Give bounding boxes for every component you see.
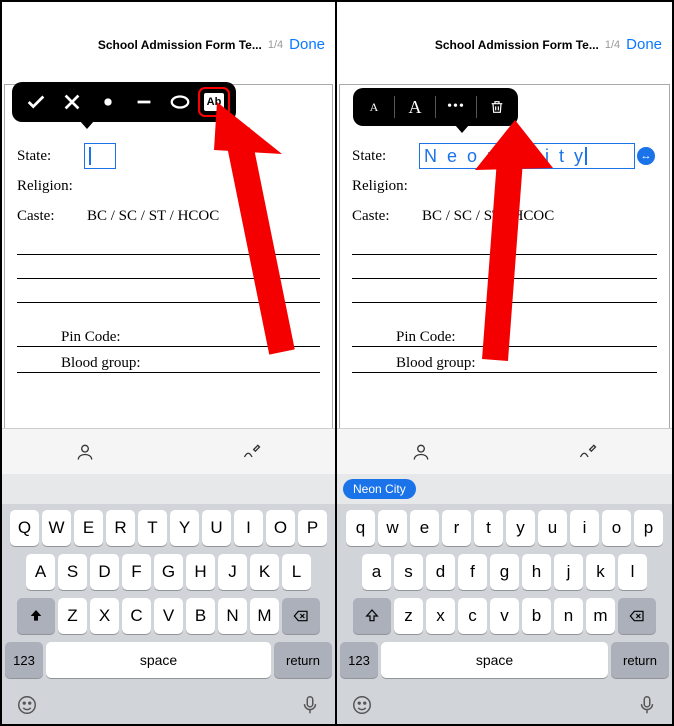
- key-t[interactable]: t: [474, 510, 503, 546]
- religion-label: Religion:: [352, 178, 422, 195]
- key-j[interactable]: J: [218, 554, 247, 590]
- key-d[interactable]: d: [426, 554, 455, 590]
- key-a[interactable]: a: [362, 554, 391, 590]
- key-w[interactable]: w: [378, 510, 407, 546]
- key-q[interactable]: Q: [10, 510, 39, 546]
- handwriting-icon[interactable]: [578, 442, 598, 462]
- key-h[interactable]: H: [186, 554, 215, 590]
- done-button[interactable]: Done: [626, 36, 662, 53]
- key-w[interactable]: W: [42, 510, 71, 546]
- backspace-key[interactable]: [282, 598, 320, 634]
- key-c[interactable]: C: [122, 598, 151, 634]
- key-h[interactable]: h: [522, 554, 551, 590]
- key-k[interactable]: k: [586, 554, 615, 590]
- key-s[interactable]: S: [58, 554, 87, 590]
- state-textbox[interactable]: [84, 143, 116, 169]
- key-y[interactable]: y: [506, 510, 535, 546]
- key-e[interactable]: E: [74, 510, 103, 546]
- key-d[interactable]: D: [90, 554, 119, 590]
- key-j[interactable]: j: [554, 554, 583, 590]
- trash-button[interactable]: [480, 90, 514, 124]
- key-p[interactable]: P: [298, 510, 327, 546]
- key-u[interactable]: U: [202, 510, 231, 546]
- space-key[interactable]: space: [381, 642, 608, 678]
- key-g[interactable]: G: [154, 554, 183, 590]
- move-handle[interactable]: ↔: [637, 147, 655, 165]
- key-u[interactable]: u: [538, 510, 567, 546]
- key-s[interactable]: s: [394, 554, 423, 590]
- numbers-key[interactable]: 123: [5, 642, 43, 678]
- pincode-label: Pin Code:: [61, 329, 121, 346]
- key-y[interactable]: Y: [170, 510, 199, 546]
- doc-title: School Admission Form Te...: [435, 38, 599, 52]
- key-m[interactable]: M: [250, 598, 279, 634]
- font-smaller-button[interactable]: A: [357, 90, 391, 124]
- emoji-icon[interactable]: [16, 694, 38, 716]
- return-key[interactable]: return: [274, 642, 332, 678]
- key-l[interactable]: L: [282, 554, 311, 590]
- keyboard-suggestion-bar: [2, 428, 335, 474]
- x-tool[interactable]: [54, 84, 90, 120]
- checkmark-tool[interactable]: [18, 84, 54, 120]
- person-icon[interactable]: [75, 442, 95, 462]
- key-z[interactable]: Z: [58, 598, 87, 634]
- keyboard: QWERTYUIOP ASDFGHJKL ZXCVBNM 123 space r…: [2, 504, 335, 688]
- key-z[interactable]: z: [394, 598, 423, 634]
- key-r[interactable]: R: [106, 510, 135, 546]
- shift-key[interactable]: [17, 598, 55, 634]
- state-label: State:: [352, 148, 422, 165]
- key-i[interactable]: I: [234, 510, 263, 546]
- person-icon[interactable]: [411, 442, 431, 462]
- key-e[interactable]: e: [410, 510, 439, 546]
- key-n[interactable]: n: [554, 598, 583, 634]
- mic-icon[interactable]: [299, 694, 321, 716]
- page-counter: 1/4: [605, 39, 620, 51]
- state-label: State:: [17, 148, 87, 165]
- key-c[interactable]: c: [458, 598, 487, 634]
- key-t[interactable]: T: [138, 510, 167, 546]
- key-o[interactable]: O: [266, 510, 295, 546]
- religion-label: Religion:: [17, 178, 87, 195]
- key-k[interactable]: K: [250, 554, 279, 590]
- shift-key[interactable]: [353, 598, 391, 634]
- key-x[interactable]: X: [90, 598, 119, 634]
- key-o[interactable]: o: [602, 510, 631, 546]
- caste-label: Caste:: [17, 208, 87, 225]
- suggestion-pill-row: Neon City: [337, 474, 672, 504]
- key-g[interactable]: g: [490, 554, 519, 590]
- key-b[interactable]: B: [186, 598, 215, 634]
- key-q[interactable]: q: [346, 510, 375, 546]
- suggestion-pill[interactable]: Neon City: [343, 479, 416, 499]
- numbers-key[interactable]: 123: [340, 642, 378, 678]
- key-a[interactable]: A: [26, 554, 55, 590]
- backspace-key[interactable]: [618, 598, 656, 634]
- doc-title: School Admission Form Te...: [98, 38, 262, 52]
- keyboard-suggestion-bar: [337, 428, 672, 474]
- keyboard: qwertyuiop asdfghjkl zxcvbnm 123 space r…: [337, 504, 672, 688]
- emoji-icon[interactable]: [351, 694, 373, 716]
- key-b[interactable]: b: [522, 598, 551, 634]
- key-r[interactable]: r: [442, 510, 471, 546]
- done-button[interactable]: Done: [289, 36, 325, 53]
- dot-tool[interactable]: [90, 84, 126, 120]
- return-key[interactable]: return: [611, 642, 669, 678]
- key-m[interactable]: m: [586, 598, 615, 634]
- handwriting-icon[interactable]: [242, 442, 262, 462]
- key-i[interactable]: i: [570, 510, 599, 546]
- key-n[interactable]: N: [218, 598, 247, 634]
- space-key[interactable]: space: [46, 642, 271, 678]
- key-f[interactable]: f: [458, 554, 487, 590]
- key-f[interactable]: F: [122, 554, 151, 590]
- caste-label: Caste:: [352, 208, 422, 225]
- page-counter: 1/4: [268, 39, 283, 51]
- key-v[interactable]: V: [154, 598, 183, 634]
- mic-icon[interactable]: [636, 694, 658, 716]
- key-l[interactable]: l: [618, 554, 647, 590]
- font-larger-button[interactable]: A: [398, 90, 432, 124]
- key-x[interactable]: x: [426, 598, 455, 634]
- more-options-button[interactable]: •••: [439, 90, 473, 124]
- key-p[interactable]: p: [634, 510, 663, 546]
- key-v[interactable]: v: [490, 598, 519, 634]
